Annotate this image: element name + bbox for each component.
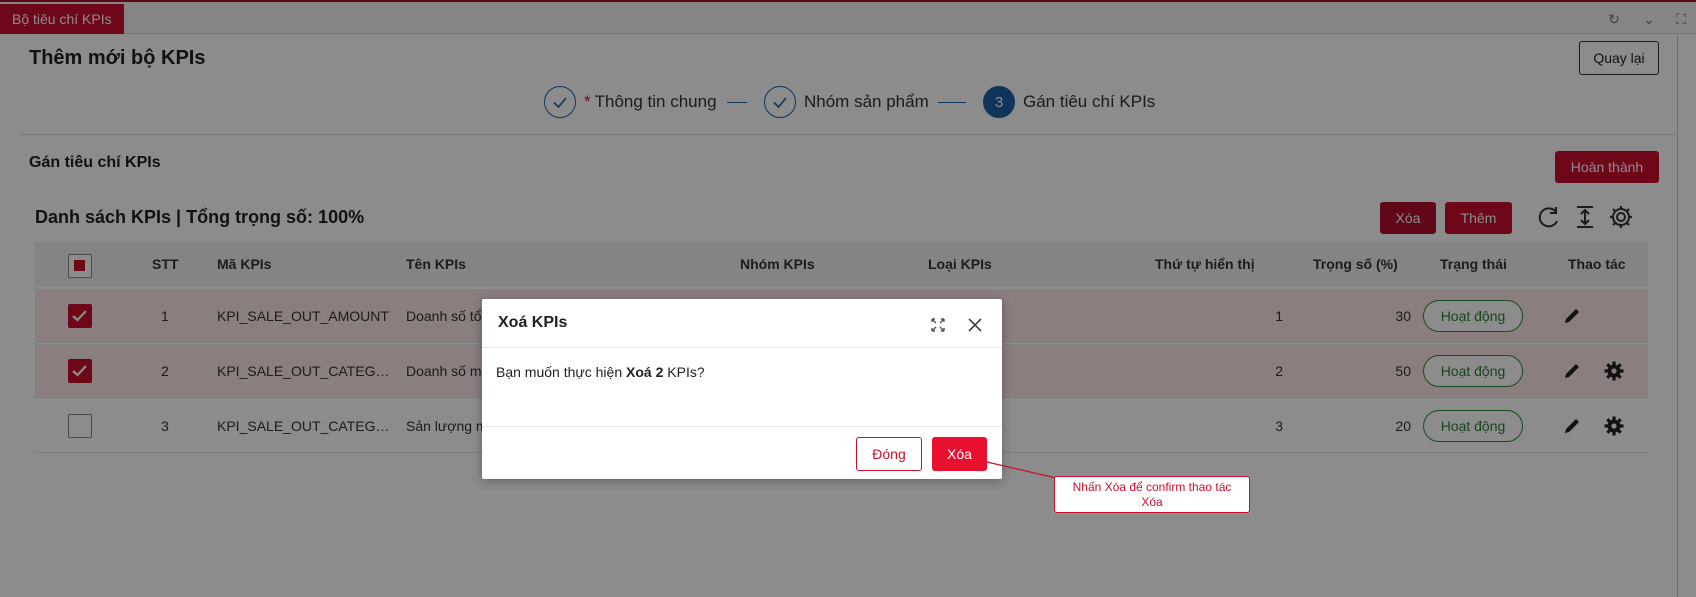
dialog-message: Bạn muốn thực hiện Xoá 2 KPIs? — [496, 364, 705, 380]
callout-line2: Xóa — [1141, 495, 1163, 509]
callout-line1: Nhấn Xóa để confirm thao tác — [1072, 480, 1232, 494]
divider — [482, 347, 1002, 348]
callout-note: Nhấn Xóa để confirm thao tác Xóa — [1054, 476, 1250, 513]
delete-kpis-dialog: Xoá KPIs Bạn muốn thực hiện Xoá 2 KPIs? … — [482, 299, 1002, 479]
expand-icon[interactable] — [928, 315, 948, 335]
confirm-delete-button[interactable]: Xóa — [932, 437, 987, 471]
close-icon[interactable] — [965, 315, 985, 335]
dialog-title: Xoá KPIs — [498, 314, 568, 331]
close-button[interactable]: Đóng — [856, 437, 922, 471]
divider — [482, 426, 1002, 427]
